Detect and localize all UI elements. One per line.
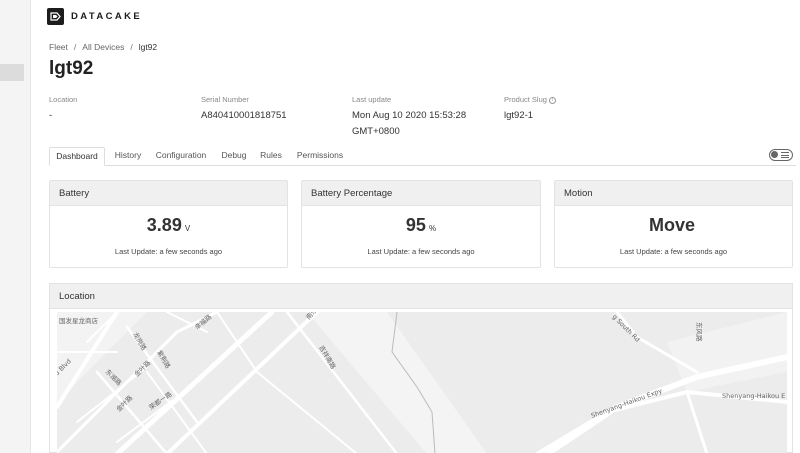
location-map[interactable]: 国发星龙商店 d Blvd 龙岗路 紫荆路 幸福路 东湖路 金叶路 金叶路 荣都… xyxy=(57,312,787,453)
meta-slug-label: Product Slug xyxy=(504,95,547,104)
sidebar-item-selected[interactable] xyxy=(0,64,24,81)
widget-value: 3.89 xyxy=(146,215,182,235)
breadcrumb: Fleet / All Devices / lgt92 xyxy=(49,42,157,52)
top-bar: DATACAKE xyxy=(31,0,800,34)
widget-title: Location xyxy=(50,284,792,309)
toggle-knob xyxy=(771,151,778,158)
list-icon xyxy=(781,152,789,158)
datacake-logo-icon[interactable] xyxy=(47,8,64,25)
map-label-expy2: Shenyang-Haikou E xyxy=(722,392,785,400)
brand-name[interactable]: DATACAKE xyxy=(71,11,142,22)
tab-dashboard[interactable]: Dashboard xyxy=(49,147,105,166)
left-sidebar xyxy=(0,0,31,453)
tab-debug[interactable]: Debug xyxy=(219,147,249,166)
meta-location-value: - xyxy=(49,110,53,121)
main-content: DATACAKE Fleet / All Devices / lgt92 lgt92 L… xyxy=(31,0,800,453)
widget-title: Battery Percentage xyxy=(302,181,540,206)
edit-mode-toggle[interactable] xyxy=(769,149,793,161)
widget-location: Location 国发星龙商店 d Blvd 龙岗路 紫荆路 幸福路 东湖路 金… xyxy=(49,283,793,453)
widget-title: Battery xyxy=(50,181,287,206)
tab-configuration[interactable]: Configuration xyxy=(153,147,209,166)
breadcrumb-fleet[interactable]: Fleet xyxy=(49,42,68,52)
meta-serial-value: A840410001818751 xyxy=(201,110,287,121)
tab-bar: Dashboard History Configuration Debug Ru… xyxy=(49,144,796,166)
widget-unit: V xyxy=(184,224,191,233)
widget-battery-percentage[interactable]: Battery Percentage 95% Last Update: a fe… xyxy=(301,180,541,268)
info-icon[interactable]: i xyxy=(548,97,556,104)
meta-location: Location - xyxy=(49,95,77,124)
meta-serial-label: Serial Number xyxy=(201,95,249,104)
widget-unit: % xyxy=(428,224,437,233)
meta-product-slug: Product Slug i lgt92-1 xyxy=(504,95,556,124)
widget-title: Motion xyxy=(555,181,792,206)
tab-rules[interactable]: Rules xyxy=(258,147,284,166)
tab-history[interactable]: History xyxy=(111,147,145,166)
widget-last-update: Last Update: a few seconds ago xyxy=(619,247,728,256)
widget-last-update: Last Update: a few seconds ago xyxy=(114,247,223,256)
widget-value: Move xyxy=(648,215,695,235)
page-title: lgt92 xyxy=(49,58,94,79)
map-label-shop: 国发星龙商店 xyxy=(59,316,99,325)
meta-slug-value: lgt92-1 xyxy=(504,110,534,121)
meta-last-update: Last update Mon Aug 10 2020 15:53:28 GMT… xyxy=(352,95,466,140)
widget-last-update: Last Update: a few seconds ago xyxy=(367,247,475,256)
widget-motion[interactable]: Motion Move Last Update: a few seconds a… xyxy=(554,180,793,268)
breadcrumb-all-devices[interactable]: All Devices xyxy=(82,42,124,52)
meta-last-update-line2: GMT+0800 xyxy=(352,126,400,137)
meta-serial: Serial Number A840410001818751 xyxy=(201,95,287,124)
map-label-road3: 东风路 xyxy=(695,322,704,342)
breadcrumb-separator: / xyxy=(130,42,133,52)
meta-last-update-line1: Mon Aug 10 2020 15:53:28 xyxy=(352,110,467,121)
breadcrumb-separator: / xyxy=(73,42,77,52)
meta-location-label: Location xyxy=(49,95,78,104)
tab-permissions[interactable]: Permissions xyxy=(294,147,346,166)
breadcrumb-current: lgt92 xyxy=(138,42,158,52)
widget-battery[interactable]: Battery 3.89 V Last Update: a few seconds… xyxy=(49,180,288,268)
widget-value: 95 xyxy=(405,215,426,235)
meta-last-update-label: Last update xyxy=(352,95,392,104)
